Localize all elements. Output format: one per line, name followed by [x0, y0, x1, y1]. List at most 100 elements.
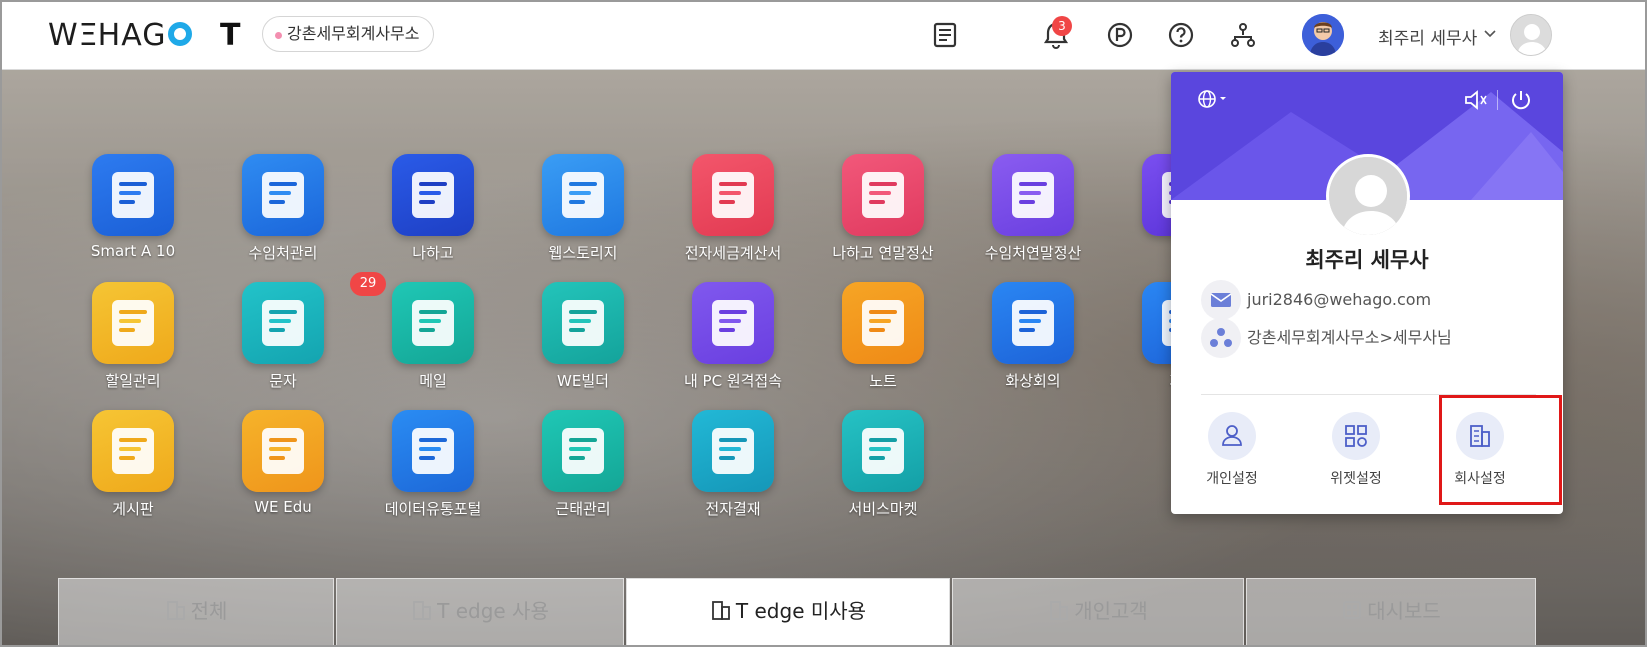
todo-icon: [92, 282, 174, 364]
app-label: 수임처관리: [248, 244, 318, 262]
app-label: Smart A 10: [90, 242, 176, 260]
app-tile[interactable]: Smart A 10: [58, 154, 208, 260]
smart-a-icon: [92, 154, 174, 236]
buildings-icon: [242, 154, 324, 236]
app-tile[interactable]: WE빌더: [508, 282, 658, 391]
app-tile[interactable]: 노트: [808, 282, 958, 391]
app-tile[interactable]: 전자결재: [658, 410, 808, 519]
app-label: 전자결재: [705, 500, 761, 518]
app-label: 화상회의: [1005, 372, 1061, 390]
app-label: 나하고: [412, 244, 454, 262]
app-tile[interactable]: 내 PC 원격접속: [658, 282, 808, 391]
globe-icon[interactable]: [1197, 88, 1231, 110]
app-tile[interactable]: 문자: [208, 282, 358, 391]
tax-building-icon: [992, 154, 1074, 236]
app-label: 문자: [269, 372, 297, 390]
logo-o-icon: [168, 22, 193, 46]
e-approval-icon: [692, 410, 774, 492]
tab-label: 개인고객: [1074, 599, 1148, 623]
widget-settings-button[interactable]: 위젯설정: [1301, 412, 1411, 488]
tab-t-edge-unused[interactable]: T edge 미사용: [626, 578, 950, 645]
chevron-down-icon[interactable]: [1484, 30, 1496, 38]
app-tile[interactable]: 수임처관리: [208, 154, 358, 263]
tab-t-edge-used[interactable]: T edge 사용: [336, 578, 624, 645]
logo-suffix: T: [220, 18, 241, 53]
app-badge: 29: [350, 272, 386, 296]
tab-label: T edge 사용: [437, 599, 549, 623]
filter-tabbar: 전체 T edge 사용 T edge 미사용 개인고객 대시보드: [58, 578, 1569, 645]
widget-icon: [1332, 412, 1380, 460]
video-call-icon: [992, 282, 1074, 364]
app-tile[interactable]: 나하고 연말정산: [808, 154, 958, 263]
app-label: 데이터유통포털: [384, 500, 482, 518]
tax-invoice-icon: [692, 154, 774, 236]
app-tile[interactable]: 29 메일: [350, 272, 508, 391]
highlight-box: [1439, 395, 1562, 505]
app-tile[interactable]: 화상회의: [958, 282, 1108, 391]
board-list-icon[interactable]: [929, 19, 961, 51]
person-icon: [1208, 412, 1256, 460]
tab-all[interactable]: 전체: [58, 578, 334, 645]
building-icon: [1050, 601, 1069, 620]
app-tile[interactable]: 전자세금계산서: [658, 154, 808, 263]
app-label: 전자세금계산서: [684, 244, 782, 262]
widget-settings-label: 위젯설정: [1330, 471, 1382, 487]
app-label: 수임처연말정산: [984, 244, 1082, 262]
app-label: 근태관리: [555, 500, 611, 518]
tab-dashboard[interactable]: 대시보드: [1246, 578, 1536, 645]
sms-icon: [242, 282, 324, 364]
app-tile[interactable]: 서비스마켓: [808, 410, 958, 519]
user-name[interactable]: 최주리 세무사: [1378, 24, 1477, 49]
dropdown-avatar[interactable]: [1326, 154, 1410, 238]
tab-label: T edge 미사용: [735, 599, 867, 623]
office-name: 강촌세무회계사무소: [287, 24, 420, 43]
app-label: 내 PC 원격접속: [683, 372, 783, 390]
power-icon[interactable]: [1509, 88, 1533, 112]
personal-settings-label: 개인설정: [1206, 471, 1258, 487]
personal-settings-button[interactable]: 개인설정: [1177, 412, 1287, 488]
app-label: 서비스마켓: [848, 500, 918, 518]
app-label: WE Edu: [254, 498, 312, 516]
app-tile[interactable]: 데이터유통포털: [358, 410, 508, 519]
logo-text: WΞHAG: [48, 18, 167, 53]
profile-avatar[interactable]: [1510, 14, 1552, 56]
app-label: 웹스토리지: [548, 244, 618, 262]
app-label: WE빌더: [557, 372, 609, 390]
edu-icon: [242, 410, 324, 492]
building-icon: [413, 601, 432, 620]
tab-label: 전체: [190, 599, 228, 623]
app-tile[interactable]: 게시판: [58, 410, 208, 519]
org-icon: [1201, 318, 1241, 358]
app-tile[interactable]: 할일관리: [58, 282, 208, 391]
app-window: WΞHAG T 강촌세무회계사무소 3 최주리 세무사 Smart A 10 수…: [0, 0, 1647, 647]
character-avatar[interactable]: [1302, 14, 1344, 56]
note-icon: [842, 282, 924, 364]
org-chart-icon[interactable]: [1227, 19, 1259, 51]
market-icon: [842, 410, 924, 492]
user-email: juri2846@wehago.com: [1247, 290, 1432, 309]
tab-label: 대시보드: [1367, 599, 1441, 623]
tax-receipt-icon: [842, 154, 924, 236]
app-tile[interactable]: 나하고: [358, 154, 508, 263]
mail-icon: [392, 282, 474, 364]
app-tile[interactable]: 웹스토리지: [508, 154, 658, 263]
app-tile[interactable]: 근태관리: [508, 410, 658, 519]
speaker-mute-icon[interactable]: [1463, 88, 1489, 112]
cloud-storage-icon: [542, 154, 624, 236]
app-tile[interactable]: 수임처연말정산: [958, 154, 1108, 263]
tab-personal-clients[interactable]: 개인고객: [952, 578, 1244, 645]
app-label: 나하고 연말정산: [832, 244, 934, 262]
board-icon: [92, 410, 174, 492]
building-icon: [166, 601, 185, 620]
office-selector[interactable]: 강촌세무회계사무소: [262, 16, 435, 52]
wehago-logo[interactable]: WΞHAG: [48, 18, 194, 53]
help-icon[interactable]: [1165, 19, 1197, 51]
dropdown-user-name: 최주리 세무사: [1305, 248, 1429, 272]
attendance-icon: [542, 410, 624, 492]
point-icon[interactable]: [1104, 19, 1136, 51]
app-tile[interactable]: WE Edu: [208, 410, 358, 516]
builder-icon: [542, 282, 624, 364]
top-header: WΞHAG T 강촌세무회계사무소 3 최주리 세무사: [2, 2, 1645, 70]
user-affiliation: 강촌세무회계사무소>세무사님: [1247, 328, 1452, 347]
remote-pc-icon: [692, 282, 774, 364]
